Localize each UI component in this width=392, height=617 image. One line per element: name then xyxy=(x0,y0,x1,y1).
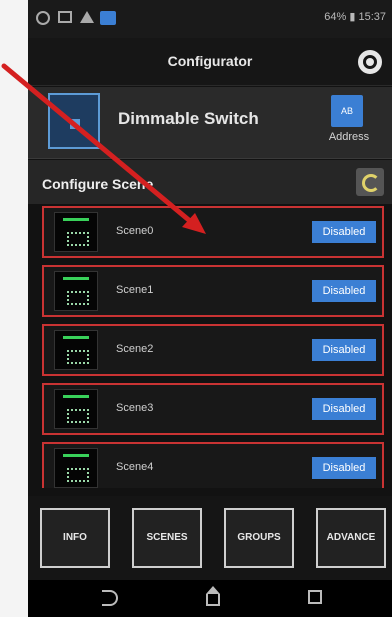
scene-row[interactable]: Scene2 Disabled xyxy=(42,324,384,376)
notification-icon xyxy=(58,11,72,23)
whatsapp-icon xyxy=(36,11,50,25)
home-icon[interactable] xyxy=(206,586,220,606)
device-header: Dimmable Switch AB Address xyxy=(28,87,392,159)
refresh-icon[interactable] xyxy=(356,168,384,196)
tab-advance[interactable]: ADVANCE xyxy=(316,508,386,568)
scene-name: Scene4 xyxy=(116,461,154,473)
bottom-tab-bar: INFO SCENES GROUPS ADVANCE xyxy=(28,496,392,580)
scene-name: Scene2 xyxy=(116,343,154,355)
settings-gear-icon[interactable] xyxy=(358,50,382,74)
status-bar: 64% ▮ 15:37 xyxy=(28,0,392,38)
configure-scene-header: Configure Scene xyxy=(28,160,392,204)
scene-icon xyxy=(54,271,98,311)
scene-name: Scene0 xyxy=(116,225,154,237)
scene-row[interactable]: Scene3 Disabled xyxy=(42,383,384,435)
scene-icon xyxy=(54,330,98,370)
scene-icon xyxy=(54,212,98,252)
address-button[interactable]: AB xyxy=(331,95,363,127)
scene-row[interactable]: Scene4 Disabled xyxy=(42,442,384,488)
scene-name: Scene3 xyxy=(116,402,154,414)
recent-apps-icon[interactable] xyxy=(308,590,322,604)
app-title: Configurator xyxy=(167,53,253,69)
battery-time: 64% ▮ 15:37 xyxy=(324,11,386,23)
scene-row[interactable]: Scene1 Disabled xyxy=(42,265,384,317)
scene-status-button[interactable]: Disabled xyxy=(312,398,376,420)
tab-info[interactable]: INFO xyxy=(40,508,110,568)
device-thumbnail xyxy=(48,93,100,149)
scene-status-button[interactable]: Disabled xyxy=(312,457,376,479)
scene-name: Scene1 xyxy=(116,284,154,296)
tab-groups[interactable]: GROUPS xyxy=(224,508,294,568)
scene-status-button[interactable]: Disabled xyxy=(312,280,376,302)
phone-screen: 64% ▮ 15:37 Configurator Dimmable Switch… xyxy=(28,0,392,617)
section-title: Configure Scene xyxy=(42,176,154,192)
scene-row[interactable]: Scene0 Disabled xyxy=(42,206,384,258)
app-notification-icon xyxy=(100,11,116,25)
warning-icon xyxy=(80,11,94,23)
scene-icon xyxy=(54,389,98,429)
app-bar: Configurator xyxy=(28,38,392,86)
scene-status-button[interactable]: Disabled xyxy=(312,221,376,243)
address-label: Address xyxy=(328,131,370,143)
android-nav-bar xyxy=(28,580,392,617)
scene-icon xyxy=(54,448,98,488)
back-icon[interactable] xyxy=(102,590,118,606)
device-name: Dimmable Switch xyxy=(118,109,259,128)
scene-list[interactable]: Scene0 Disabled Scene1 Disabled Scene2 D… xyxy=(28,206,392,488)
tab-scenes[interactable]: SCENES xyxy=(132,508,202,568)
scene-status-button[interactable]: Disabled xyxy=(312,339,376,361)
